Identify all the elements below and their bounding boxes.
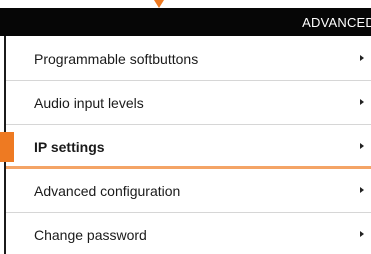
selection-underline (6, 166, 371, 169)
menu-item-advanced-configuration[interactable]: Advanced configuration (6, 168, 371, 212)
header-bar: ADVANCED (0, 8, 371, 36)
menu-item-audio-input-levels[interactable]: Audio input levels (6, 80, 371, 124)
chevron-right-icon (360, 231, 364, 237)
scroll-up-indicator-icon (154, 0, 164, 8)
selection-marker (0, 132, 14, 162)
menu-item-label: Change password (34, 227, 147, 243)
menu-item-ip-settings[interactable]: IP settings (6, 124, 371, 168)
menu-item-programmable-softbuttons[interactable]: Programmable softbuttons (6, 36, 371, 80)
chevron-right-icon (360, 187, 364, 193)
menu-item-label: Programmable softbuttons (34, 51, 199, 67)
page-title: ADVANCED (302, 15, 371, 30)
settings-menu: Programmable softbuttons Audio input lev… (0, 36, 371, 254)
menu-item-label: IP settings (34, 139, 105, 155)
menu-item-change-password[interactable]: Change password (6, 212, 371, 254)
chevron-right-icon (360, 55, 364, 61)
chevron-right-icon (360, 143, 364, 149)
advanced-settings-screen: ADVANCED Programmable softbuttons Audio … (0, 0, 371, 254)
menu-item-label: Audio input levels (34, 95, 144, 111)
chevron-right-icon (360, 99, 364, 105)
menu-item-label: Advanced configuration (34, 183, 181, 199)
